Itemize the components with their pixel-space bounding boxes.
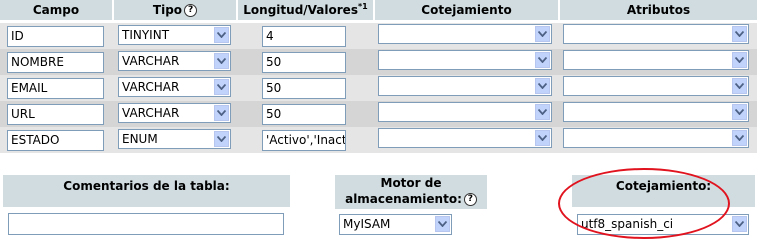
chevron-down-icon[interactable] <box>535 52 550 68</box>
tipo-select[interactable]: VARCHAR <box>118 77 231 97</box>
header-longitud-footnote: *1 <box>357 2 368 11</box>
tipo-select-value: VARCHAR <box>122 54 180 68</box>
cotejamiento-select[interactable] <box>378 76 552 96</box>
tipo-select-value: VARCHAR <box>122 106 180 120</box>
tipo-select-value: ENUM <box>122 132 158 146</box>
header-tipo-label: Tipo <box>152 3 183 17</box>
cotejamiento-select[interactable] <box>378 24 552 44</box>
chevron-down-icon[interactable] <box>535 104 550 120</box>
tipo-select[interactable]: ENUM <box>118 129 231 149</box>
longitud-input[interactable]: 50 <box>262 78 346 99</box>
chevron-down-icon[interactable] <box>214 27 229 43</box>
chevron-down-icon[interactable] <box>732 130 747 146</box>
cotejamiento-select[interactable] <box>378 50 552 70</box>
header-campo-label: Campo <box>32 3 80 17</box>
help-icon[interactable]: ? <box>463 193 477 206</box>
help-icon[interactable]: ? <box>184 4 198 17</box>
header-longitud: Longitud/Valores*1 <box>238 0 373 20</box>
chevron-down-icon[interactable] <box>732 104 747 120</box>
chevron-down-icon[interactable] <box>732 26 747 42</box>
chevron-down-icon[interactable] <box>214 131 229 147</box>
motor-label-line1: Motor de <box>380 176 442 190</box>
tipo-select[interactable]: TINYINT <box>118 25 231 45</box>
longitud-input[interactable]: 4 <box>262 26 346 47</box>
motor-label-line2: almacenamiento: <box>345 192 462 206</box>
header-atributos-label: Atributos <box>626 3 691 17</box>
campo-input[interactable]: ID <box>7 26 104 47</box>
atributos-select[interactable] <box>563 102 749 122</box>
atributos-select[interactable] <box>563 76 749 96</box>
chevron-down-icon[interactable] <box>435 216 450 232</box>
atributos-select[interactable] <box>563 128 749 148</box>
chevron-down-icon[interactable] <box>732 52 747 68</box>
highlight-oval <box>558 168 730 239</box>
campo-input[interactable]: ESTADO <box>7 130 104 151</box>
chevron-down-icon[interactable] <box>732 78 747 94</box>
tipo-select-value: TINYINT <box>122 28 170 42</box>
header-longitud-label: Longitud/Valores <box>243 3 358 17</box>
campo-input[interactable]: EMAIL <box>7 78 104 99</box>
longitud-input[interactable]: 50 <box>262 104 346 125</box>
chevron-down-icon[interactable] <box>535 26 550 42</box>
chevron-down-icon[interactable] <box>732 216 747 232</box>
longitud-input[interactable]: 50 <box>262 52 346 73</box>
cotejamiento-select[interactable] <box>378 128 552 148</box>
tipo-select[interactable]: VARCHAR <box>118 51 231 71</box>
chevron-down-icon[interactable] <box>214 53 229 69</box>
header-cotejamiento-label: Cotejamiento <box>421 3 512 17</box>
comentarios-input[interactable] <box>8 213 284 235</box>
atributos-select[interactable] <box>563 24 749 44</box>
header-campo: Campo <box>0 0 112 20</box>
comentarios-header: Comentarios de la tabla: <box>3 175 290 207</box>
chevron-down-icon[interactable] <box>214 79 229 95</box>
campo-input[interactable]: NOMBRE <box>7 52 104 73</box>
header-cotejamiento: Cotejamiento <box>375 0 558 20</box>
tipo-select-value: VARCHAR <box>122 80 180 94</box>
chevron-down-icon[interactable] <box>535 130 550 146</box>
chevron-down-icon[interactable] <box>214 105 229 121</box>
motor-header: Motor de almacenamiento:? <box>335 175 487 209</box>
tipo-select[interactable]: VARCHAR <box>118 103 231 123</box>
comentarios-label: Comentarios de la tabla: <box>63 179 230 193</box>
chevron-down-icon[interactable] <box>535 78 550 94</box>
header-atributos: Atributos <box>560 0 757 20</box>
motor-select[interactable]: MyISAM <box>339 214 452 235</box>
motor-select-value: MyISAM <box>343 217 391 231</box>
cotejamiento-select[interactable] <box>378 102 552 122</box>
header-tipo: Tipo? <box>114 0 236 20</box>
campo-input[interactable]: URL <box>7 104 104 125</box>
longitud-input[interactable]: 'Activo','Inactivo' <box>262 130 346 151</box>
atributos-select[interactable] <box>563 50 749 70</box>
